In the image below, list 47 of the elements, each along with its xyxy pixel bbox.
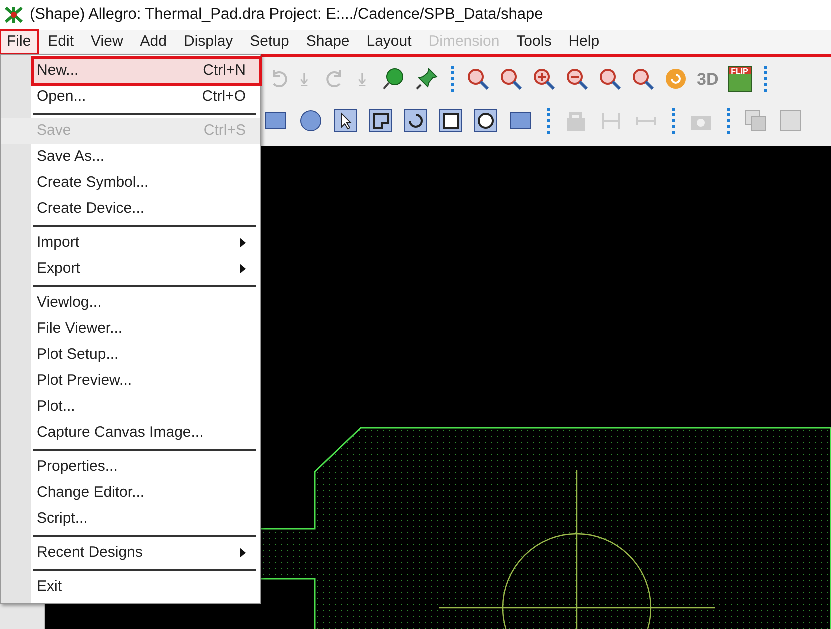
- menu-bar-item[interactable]: Setup: [244, 31, 296, 53]
- square-icon[interactable]: [439, 109, 463, 133]
- menu-bar-item[interactable]: Shape: [300, 31, 356, 53]
- menu-bar-item[interactable]: Edit: [42, 31, 80, 53]
- zoom-window-icon[interactable]: [499, 67, 523, 91]
- zoom-previous-icon[interactable]: [598, 67, 622, 91]
- menu-item[interactable]: Change Editor...: [1, 480, 260, 506]
- menu-bar-item[interactable]: View: [85, 31, 130, 53]
- ring-icon[interactable]: [474, 109, 498, 133]
- shape-edit-icon[interactable]: [369, 109, 393, 133]
- menu-bar-item[interactable]: Help: [562, 31, 606, 53]
- menu-item[interactable]: File Viewer...: [1, 316, 260, 342]
- menu-bar-item[interactable]: Tools: [510, 31, 558, 53]
- menu-item[interactable]: Create Device...: [1, 196, 260, 222]
- flip-button[interactable]: FLIP: [728, 66, 752, 92]
- round-pin-icon[interactable]: [382, 67, 406, 91]
- menu-item[interactable]: Properties...: [1, 454, 260, 480]
- zoom-selection-icon[interactable]: [631, 67, 655, 91]
- menu-item[interactable]: Script...: [1, 506, 260, 532]
- zoom-fit-icon[interactable]: [466, 67, 490, 91]
- zoom-out-icon[interactable]: [565, 67, 589, 91]
- menu-item[interactable]: Recent Designs: [1, 540, 260, 566]
- circle-icon[interactable]: [299, 109, 323, 133]
- menu-item[interactable]: Capture Canvas Image...: [1, 420, 260, 446]
- menu-item[interactable]: Plot Preview...: [1, 368, 260, 394]
- menu-item[interactable]: Export: [1, 256, 260, 282]
- rounded-shape-icon[interactable]: [404, 109, 428, 133]
- window-title: (Shape) Allegro: Thermal_Pad.dra Project: E:.../Cadence/SPB_Data/shape: [30, 5, 544, 26]
- menu-item[interactable]: Create Symbol...: [1, 170, 260, 196]
- menu-bar-item[interactable]: Add: [134, 31, 173, 53]
- menu-item[interactable]: Plot Setup...: [1, 342, 260, 368]
- menu-item[interactable]: Exit: [1, 574, 260, 600]
- menu-item[interactable]: Save As...: [1, 144, 260, 170]
- menu-item[interactable]: Plot...: [1, 394, 260, 420]
- submenu-arrow-icon: [240, 238, 246, 248]
- app-logo-icon: [4, 6, 24, 24]
- menu-bar-item[interactable]: Display: [178, 31, 240, 53]
- submenu-arrow-icon: [240, 264, 246, 274]
- submenu-arrow-icon: [240, 548, 246, 558]
- menu-item[interactable]: Import: [1, 230, 260, 256]
- pushpin-icon[interactable]: [415, 67, 439, 91]
- menu-item[interactable]: Viewlog...: [1, 290, 260, 316]
- menu-bar-item[interactable]: File: [1, 31, 38, 53]
- zoom-in-icon[interactable]: [532, 67, 556, 91]
- menu-bar-item[interactable]: Layout: [360, 31, 418, 53]
- menu-item[interactable]: New... Ctrl+N: [33, 58, 260, 84]
- menu-item[interactable]: Open... Ctrl+O: [1, 84, 260, 110]
